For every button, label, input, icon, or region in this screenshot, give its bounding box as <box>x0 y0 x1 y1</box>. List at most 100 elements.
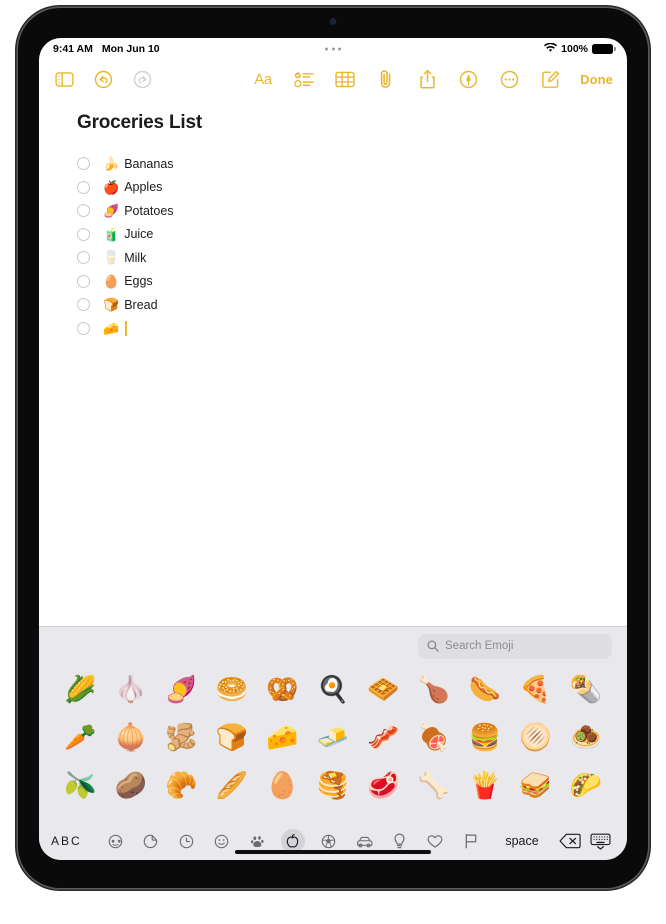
compose-icon[interactable] <box>539 68 561 90</box>
front-camera-icon <box>330 19 336 24</box>
emoji-key[interactable]: 🧈 <box>308 724 359 750</box>
emoji-key[interactable]: 🥯 <box>207 676 258 702</box>
note-title[interactable]: Groceries List <box>77 112 589 134</box>
checklist-item-label: Milk <box>124 250 147 265</box>
emoji-category-bar: ABC space <box>39 822 627 860</box>
emoji-key[interactable]: 🧀 <box>257 724 308 750</box>
paperclip-icon[interactable] <box>375 68 397 90</box>
battery-percent: 100% <box>561 43 588 55</box>
space-key[interactable]: space <box>489 834 555 848</box>
emoji-key[interactable]: 🍕 <box>510 676 561 702</box>
status-bar-right: 100% <box>544 42 616 56</box>
emoji-key[interactable]: 🥨 <box>257 676 308 702</box>
emoji-search-placeholder: Search Emoji <box>445 640 514 652</box>
wifi-icon <box>544 42 558 56</box>
emoji-key[interactable]: 🫚 <box>156 724 207 750</box>
checklist-item[interactable]: 🧀 <box>77 317 589 340</box>
dismiss-keyboard-icon[interactable] <box>585 833 615 850</box>
emoji-key[interactable]: 🫓 <box>510 724 561 750</box>
checklist-item-emoji: 🥚 <box>103 273 120 289</box>
table-icon[interactable] <box>334 68 356 90</box>
search-icon <box>427 640 439 652</box>
checklist-item-emoji: 🍞 <box>103 297 120 312</box>
emoji-key[interactable]: 🌭 <box>459 676 510 702</box>
sticker-icon[interactable] <box>139 829 163 853</box>
checklist-icon[interactable] <box>293 68 315 90</box>
emoji-search-field[interactable]: Search Emoji <box>418 633 612 659</box>
checklist-item-emoji: 🥛 <box>103 250 120 265</box>
checklist-item[interactable]: 🍞 Bread <box>77 293 589 316</box>
emoji-key[interactable]: 🍗 <box>409 676 460 702</box>
checklist-item-label: Juice <box>124 227 154 241</box>
emoji-key[interactable]: 🥪 <box>510 772 561 798</box>
emoji-key[interactable]: 🍟 <box>459 772 510 798</box>
checklist-item[interactable]: 🍠 Potatoes <box>77 199 589 222</box>
emoji-grid: 🌽 🧄 🍠 🥯 🥨 🍳 🧇 🍗 🌭 🍕 🌯 🥕 🧅 🫚 🍞 🧀 🧈 🥓 🍖 🍔 🫓 🧆 🫒 🥔 🥐 🥖 🥚 🥞 🥩 🦴 🍟 🥪 🌮 <box>39 665 627 822</box>
clock-icon[interactable] <box>174 829 198 853</box>
notes-toolbar: Aa Done <box>39 60 627 98</box>
abc-keyboard-button[interactable]: ABC <box>51 834 97 848</box>
checklist-item-emoji: 🍌 <box>103 156 120 171</box>
checklist-checkbox[interactable] <box>77 204 90 217</box>
emoji-key[interactable]: 🧄 <box>106 676 157 702</box>
checklist-checkbox[interactable] <box>77 180 90 194</box>
checklist-checkbox[interactable] <box>77 251 90 264</box>
battery-full-icon <box>592 43 616 55</box>
smiley-sunglasses-icon[interactable] <box>103 829 127 853</box>
emoji-row: 🫒 🥔 🥐 🥖 🥚 🥞 🥩 🦴 🍟 🥪 🌮 <box>55 761 611 808</box>
status-bar: 9:41 AM Mon Jun 10 100% <box>39 38 627 60</box>
checklist-item[interactable]: 🍎 Apples <box>77 176 589 199</box>
emoji-key[interactable]: 🥞 <box>308 772 359 798</box>
emoji-key[interactable]: 🥓 <box>358 724 409 750</box>
emoji-key[interactable]: 🥚 <box>257 772 308 798</box>
checklist-checkbox[interactable] <box>77 157 90 170</box>
emoji-key[interactable]: 🦴 <box>409 772 460 798</box>
delete-backspace-icon[interactable] <box>555 833 585 849</box>
markup-pen-icon[interactable] <box>457 68 479 90</box>
emoji-key[interactable]: 🍠 <box>156 676 207 702</box>
emoji-key[interactable]: 🥐 <box>156 772 207 798</box>
emoji-key[interactable]: 🍖 <box>409 724 460 750</box>
checklist-item[interactable]: 🥚 Eggs <box>77 270 589 293</box>
emoji-key[interactable]: 🥔 <box>106 772 157 798</box>
emoji-key[interactable]: 🫒 <box>55 772 106 798</box>
emoji-key[interactable]: 🧆 <box>560 724 611 750</box>
checklist-checkbox[interactable] <box>77 321 90 335</box>
checklist-item[interactable]: 🥛 Milk <box>77 246 589 269</box>
emoji-key[interactable]: 🥖 <box>207 772 258 798</box>
emoji-key[interactable]: 🧇 <box>358 676 409 702</box>
emoji-search-row: Search Emoji <box>39 627 627 665</box>
share-icon[interactable] <box>416 68 438 90</box>
emoji-key[interactable]: 🍳 <box>308 676 359 702</box>
emoji-keyboard: Search Emoji 🌽 🧄 🍠 🥯 🥨 🍳 🧇 🍗 🌭 🍕 🌯 🥕 🧅 🫚 🍞 🧀 🧈 🥓 🍖 🍔 🫓 🧆 🫒 🥔 🥐 🥖 🥚… <box>39 626 627 860</box>
emoji-key[interactable]: 🍞 <box>207 724 258 750</box>
toolbar-right-group: Aa Done <box>252 68 613 90</box>
checklist-checkbox[interactable] <box>77 274 90 288</box>
multitasking-dots-icon[interactable] <box>325 47 341 51</box>
sidebar-toggle-icon[interactable] <box>53 68 75 90</box>
flag-icon[interactable] <box>459 829 483 853</box>
emoji-key[interactable]: 🍔 <box>459 724 510 750</box>
checklist-item-label: Apples <box>124 180 163 194</box>
smiley-icon[interactable] <box>210 829 234 853</box>
emoji-key[interactable]: 🧅 <box>106 724 157 750</box>
emoji-key[interactable]: 🥕 <box>55 724 106 750</box>
more-ellipsis-icon[interactable] <box>498 68 520 90</box>
emoji-row: 🌽 🧄 🍠 🥯 🥨 🍳 🧇 🍗 🌭 🍕 🌯 <box>55 665 611 712</box>
text-cursor <box>125 320 127 336</box>
emoji-key[interactable]: 🥩 <box>358 772 409 798</box>
checklist-checkbox[interactable] <box>77 298 90 311</box>
emoji-key[interactable]: 🌮 <box>560 772 611 798</box>
screen: 9:41 AM Mon Jun 10 100% Aa Done Grocerie… <box>39 38 627 860</box>
checklist-item[interactable]: 🧃 Juice <box>77 223 589 246</box>
emoji-key[interactable]: 🌯 <box>560 676 611 702</box>
checklist-checkbox[interactable] <box>77 227 90 241</box>
checklist-item[interactable]: 🍌 Bananas <box>77 152 589 175</box>
checklist-item-label: Bread <box>124 297 158 312</box>
status-date: Mon Jun 10 <box>101 43 160 55</box>
note-editor[interactable]: Groceries List 🍌 Bananas 🍎 Apples 🍠 Potatoes 🧃… <box>39 98 627 626</box>
format-text-button[interactable]: Aa <box>252 68 274 90</box>
done-button[interactable]: Done <box>580 72 613 87</box>
undo-icon[interactable] <box>92 68 114 90</box>
emoji-key[interactable]: 🌽 <box>55 676 106 702</box>
